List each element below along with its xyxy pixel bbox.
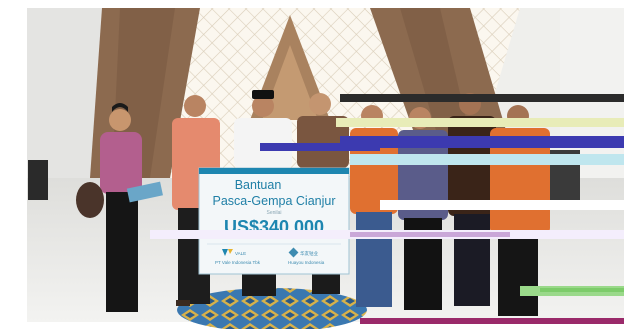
sign-title-line2: Pasca-Gempa Cianjur <box>213 194 336 208</box>
sign-small-label: Senilai <box>266 210 281 216</box>
vale-logo-text: PT Vale Indonesia Tbk <box>215 260 261 265</box>
sign-title-line1: Bantuan <box>235 178 282 192</box>
huayou-logo-mark: 华友钴业 <box>300 250 318 257</box>
donation-board: Bantuan Pasca-Gempa Cianjur Senilai US$3… <box>198 167 350 275</box>
vale-logo-mark: VALE <box>235 251 246 256</box>
photo-scene: Bantuan Pasca-Gempa Cianjur Senilai US$3… <box>0 0 639 329</box>
huayou-logo-text: Huayou Indonesia <box>288 260 325 265</box>
